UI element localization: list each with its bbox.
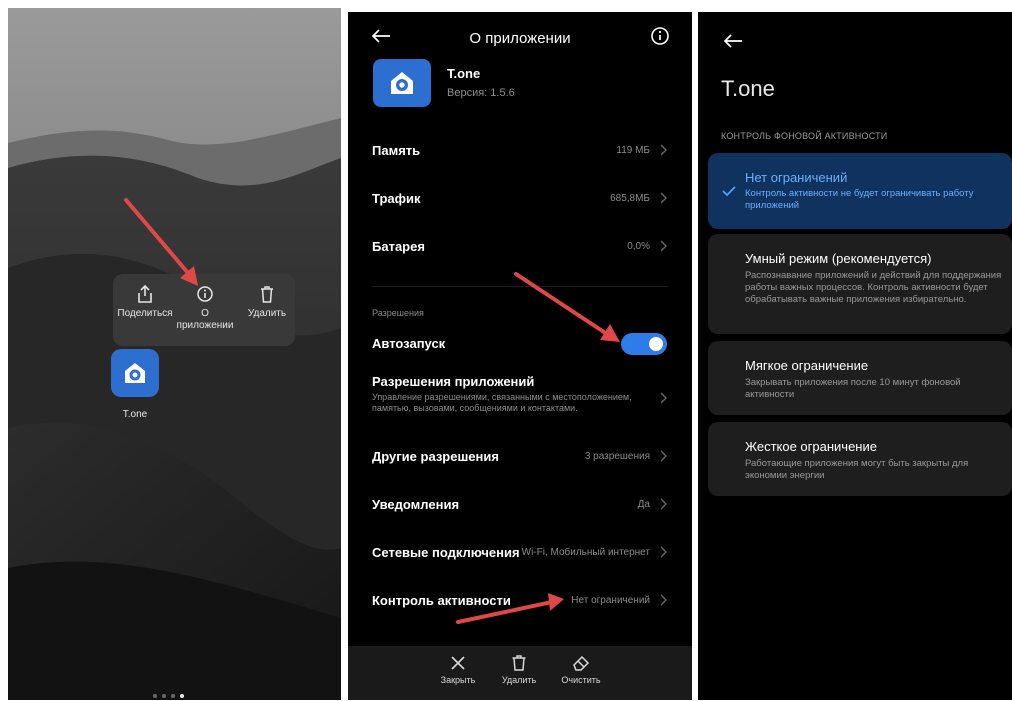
arrow-left-icon[interactable] [722, 32, 744, 50]
app-permissions-title: Разрешения приложений [372, 374, 535, 389]
chevron-right-icon [660, 144, 667, 156]
option-hard-restriction[interactable]: Жесткое ограничение Работающие приложени… [708, 422, 1012, 496]
app-info-menu-item[interactable]: О приложении [175, 284, 235, 332]
chevron-right-icon [660, 240, 667, 252]
eraser-icon [573, 655, 590, 671]
notifications-title: Уведомления [372, 497, 460, 512]
app-info-label-line1: О [201, 308, 209, 319]
other-permissions-title: Другие разрешения [372, 449, 499, 464]
option-title: Мягкое ограничение [745, 358, 869, 373]
chevron-right-icon [660, 546, 667, 558]
other-permissions-row[interactable]: Другие разрешения 3 разрешения [348, 446, 692, 476]
network-value: Wi-Fi, Мобильный интернет [521, 547, 650, 558]
app-permissions-row[interactable]: Разрешения приложений Управление разреше… [348, 374, 692, 426]
app-info-panel: О приложении T.one Версия: 1.5.6 Память … [348, 12, 692, 700]
option-title: Жесткое ограничение [745, 439, 877, 454]
share-menu-item[interactable]: Поделиться [115, 284, 175, 320]
activity-control-value: Нет ограничений [571, 595, 650, 606]
battery-row[interactable]: Батарея 0,0% [348, 236, 692, 266]
memory-title: Память [372, 143, 421, 158]
network-title: Сетевые подключения [372, 545, 520, 560]
option-smart-mode[interactable]: Умный режим (рекомендуется) Распознавани… [708, 234, 1012, 334]
tone-logo-icon [125, 363, 145, 383]
clear-button[interactable]: Очистить [551, 654, 611, 685]
app-permissions-subtitle: Управление разрешениями, связанными с ме… [372, 392, 632, 413]
option-description: Контроль активности не будет ограничиват… [745, 188, 974, 211]
share-label: Поделиться [117, 308, 173, 319]
bottom-action-bar: Закрыть Удалить Очистить [348, 646, 692, 700]
page-title: О приложении [469, 30, 571, 47]
network-row[interactable]: Сетевые подключения Wi-Fi, Мобильный инт… [348, 542, 692, 572]
app-name-label: T.one [122, 409, 148, 420]
memory-value: 119 МБ [616, 145, 650, 156]
other-permissions-value: 3 разрешения [584, 451, 650, 462]
page-dot [171, 694, 175, 698]
tone-logo-icon [391, 72, 413, 94]
activity-control-panel: T.one КОНТРОЛЬ ФОНОВОЙ АКТИВНОСТИ Нет ог… [698, 12, 1012, 700]
permissions-section-label: Разрешения [372, 308, 424, 318]
notifications-value: Да [637, 499, 650, 510]
battery-value: 0,0% [627, 241, 650, 252]
delete-button[interactable]: Удалить [489, 654, 549, 685]
app-context-menu: Поделиться О приложении Удалить [113, 274, 295, 346]
tone-app-icon[interactable] [111, 349, 159, 397]
share-icon [138, 284, 152, 303]
page-dot [153, 694, 157, 698]
info-icon [197, 286, 213, 302]
traffic-title: Трафик [372, 191, 421, 206]
option-soft-restriction[interactable]: Мягкое ограничение Закрывать приложения … [708, 341, 1012, 415]
chevron-right-icon [660, 594, 667, 606]
autostart-title: Автозапуск [372, 336, 446, 351]
notifications-row[interactable]: Уведомления Да [348, 494, 692, 524]
option-description: Закрывать приложения после 10 минут фоно… [745, 377, 961, 400]
toggle-knob [649, 337, 663, 351]
app-info-label-line2: приложении [176, 320, 234, 331]
traffic-row[interactable]: Трафик 685,8МБ [348, 188, 692, 218]
activity-control-row[interactable]: Контроль активности Нет ограничений [348, 590, 692, 620]
chevron-right-icon [660, 192, 667, 204]
section-divider [372, 286, 668, 287]
option-title: Нет ограничений [745, 170, 848, 185]
info-icon[interactable] [649, 25, 671, 47]
activity-control-title: Контроль активности [372, 593, 511, 608]
chevron-right-icon [660, 392, 667, 404]
home-screen-panel: Поделиться О приложении Удалить T.one [8, 8, 341, 700]
autostart-toggle[interactable] [621, 333, 667, 355]
delete-menu-item[interactable]: Удалить [237, 284, 297, 320]
page-dot [162, 694, 166, 698]
traffic-value: 685,8МБ [610, 193, 650, 204]
delete-label: Удалить [247, 308, 287, 319]
battery-title: Батарея [372, 239, 425, 254]
close-icon [451, 656, 465, 670]
memory-row[interactable]: Память 119 МБ [348, 140, 692, 170]
clear-label: Очистить [561, 675, 601, 685]
page-title: T.one [721, 76, 775, 101]
page-dot-active [180, 694, 184, 698]
option-description: Распознавание приложений и действий для … [745, 270, 1002, 305]
page-indicator [153, 685, 195, 698]
option-title: Умный режим (рекомендуется) [745, 251, 932, 266]
checkmark-icon [722, 186, 736, 197]
trash-icon [512, 655, 526, 671]
trash-icon [261, 286, 273, 303]
app-name: T.one [447, 66, 481, 81]
delete-label: Удалить [501, 675, 537, 685]
close-button[interactable]: Закрыть [428, 654, 488, 685]
tone-app-icon [373, 59, 431, 107]
close-label: Закрыть [440, 675, 476, 685]
app-version: Версия: 1.5.6 [447, 87, 515, 99]
option-no-restrictions[interactable]: Нет ограничений Контроль активности не б… [708, 153, 1012, 229]
section-label: КОНТРОЛЬ ФОНОВОЙ АКТИВНОСТИ [721, 131, 888, 141]
option-description: Работающие приложения могут быть закрыты… [745, 458, 969, 481]
chevron-right-icon [660, 450, 667, 462]
desert-wallpaper [8, 8, 341, 700]
chevron-right-icon [660, 498, 667, 510]
